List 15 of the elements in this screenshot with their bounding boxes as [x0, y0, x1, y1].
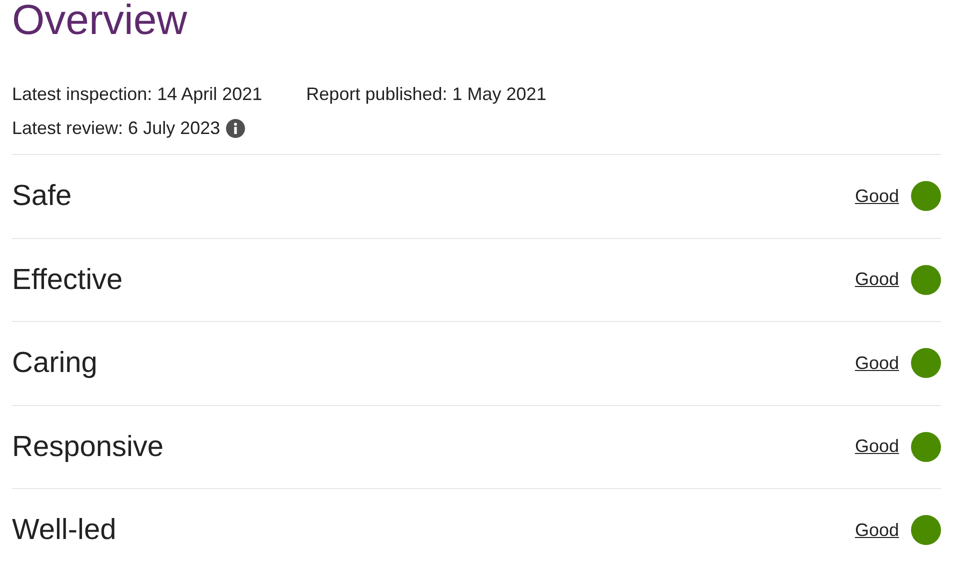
rating-area-label: Safe	[12, 179, 72, 214]
info-icon[interactable]	[226, 118, 246, 138]
rating-link[interactable]: Good	[854, 516, 899, 544]
rating-link[interactable]: Good	[854, 266, 899, 294]
rating-link[interactable]: Good	[854, 182, 899, 210]
rating-area-label: Caring	[12, 346, 98, 380]
page-title: Overview	[12, 0, 188, 42]
date-text: Latest inspection: 14 April 2021	[12, 83, 262, 106]
rating-area-label: Responsive	[12, 430, 164, 464]
rating-area-label: Well-led	[12, 513, 116, 548]
rating-area-label: Effective	[12, 262, 123, 297]
review-date-text: Latest review: 6 July 2023	[12, 117, 220, 140]
rating-link[interactable]: Good	[854, 433, 899, 460]
rating-link[interactable]: Good	[854, 350, 899, 377]
date-text: Report published: 1 May 2021	[306, 83, 546, 106]
